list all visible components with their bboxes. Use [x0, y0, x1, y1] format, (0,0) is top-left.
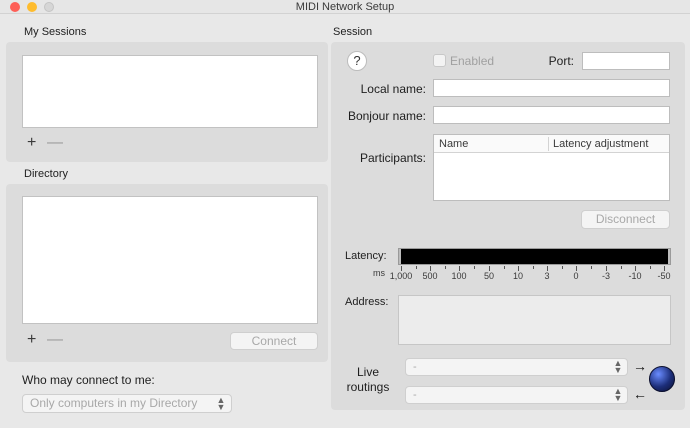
routing-out-chevron-icon: ▲ ▼ [613, 386, 623, 403]
network-globe-icon[interactable] [649, 366, 675, 392]
my-sessions-label: My Sessions [24, 26, 87, 38]
latency-tick-label: 100 [451, 271, 467, 281]
arrow-left-icon: ← [633, 386, 647, 402]
window-title: MIDI Network Setup [295, 1, 395, 13]
latency-minor-tick [445, 266, 446, 269]
latency-tick-label: 10 [512, 271, 523, 281]
session-label: Session [333, 26, 373, 38]
bonjour-name-field[interactable] [433, 106, 670, 124]
local-name-label: Local name: [360, 82, 426, 96]
latency-meter-right-cap [668, 249, 670, 264]
participants-column-latency[interactable]: Latency adjustment [553, 136, 648, 152]
port-label: Port: [548, 54, 574, 68]
participants-label: Participants: [359, 151, 426, 165]
add-directory-button[interactable]: + [27, 332, 36, 348]
routing-out-popup[interactable]: - ▲ ▼ [405, 386, 628, 404]
latency-label: Latency: [345, 250, 387, 262]
latency-minor-tick [533, 266, 534, 269]
directory-label: Directory [24, 168, 69, 180]
latency-minor-tick [621, 266, 622, 269]
latency-unit: ms [373, 268, 385, 278]
address-box [398, 295, 671, 345]
routing-in-chevron-icon: ▲ ▼ [613, 358, 623, 375]
column-divider [548, 137, 549, 151]
bonjour-name-label: Bonjour name: [347, 109, 426, 123]
who-may-connect-value: Only computers in my Directory [30, 396, 198, 410]
latency-tick-label: 0 [573, 271, 579, 281]
live-routings-label: Live routings [340, 365, 396, 395]
latency-tick-label: 500 [422, 271, 438, 281]
latency-minor-tick [504, 266, 505, 269]
participants-column-name[interactable]: Name [439, 136, 468, 152]
live-routings-label-line2: routings [346, 380, 390, 394]
arrow-right-icon: → [633, 358, 647, 374]
my-sessions-list[interactable] [22, 55, 318, 128]
latency-minor-tick [562, 266, 563, 269]
latency-tick-label: 1,000 [389, 271, 413, 281]
latency-tick-label: 50 [483, 271, 494, 281]
routing-in-popup[interactable]: - ▲ ▼ [405, 358, 628, 376]
enabled-label: Enabled [450, 54, 495, 68]
latency-meter [398, 248, 671, 265]
live-routings-label-line1: Live [356, 365, 379, 379]
latency-tick-label: -3 [601, 271, 610, 281]
port-field[interactable] [582, 52, 670, 70]
help-button[interactable]: ? [347, 51, 367, 71]
latency-minor-tick [591, 266, 592, 269]
latency-tick-label: -10 [628, 271, 642, 281]
who-may-connect-label: Who may connect to me: [22, 373, 155, 387]
latency-tick-label: -50 [657, 271, 671, 281]
connect-button[interactable]: Connect [230, 332, 318, 350]
routing-out-value: - [413, 389, 417, 401]
who-may-connect-popup[interactable]: Only computers in my Directory ▲ ▼ [22, 394, 232, 413]
latency-tick-label: 3 [544, 271, 550, 281]
latency-minor-tick [416, 266, 417, 269]
directory-list[interactable] [22, 196, 318, 324]
enabled-checkbox[interactable] [433, 54, 446, 67]
remove-directory-button[interactable]: — [47, 332, 63, 348]
latency-meter-left-cap [399, 249, 401, 264]
disconnect-button[interactable]: Disconnect [581, 210, 670, 229]
latency-minor-tick [650, 266, 651, 269]
popup-chevron-icon: ▲ ▼ [216, 395, 226, 412]
routing-in-value: - [413, 361, 417, 373]
remove-session-button[interactable]: — [47, 135, 63, 151]
local-name-field[interactable] [433, 79, 670, 97]
participants-table[interactable]: Name Latency adjustment [433, 134, 670, 201]
latency-minor-tick [474, 266, 475, 269]
add-session-button[interactable]: + [27, 135, 36, 151]
address-label: Address: [345, 296, 389, 308]
